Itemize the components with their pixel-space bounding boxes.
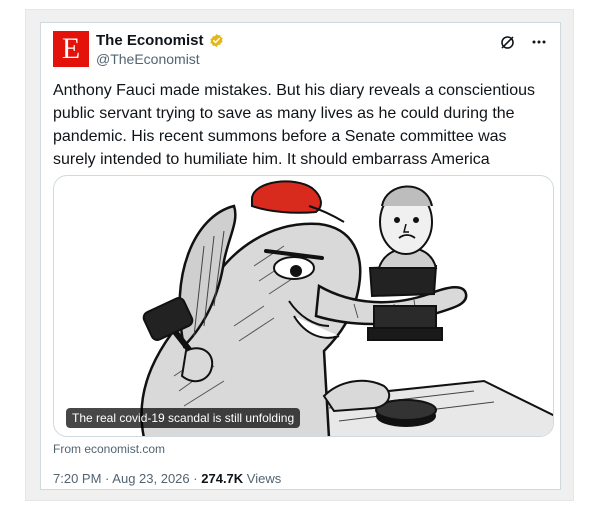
meta-separator: · [193,471,198,486]
meta-separator: · [105,471,110,486]
tweet-actions [498,33,548,51]
avatar[interactable]: E [53,31,89,67]
grok-slash-circle-icon[interactable] [498,33,516,51]
author-name[interactable]: The Economist [96,32,204,49]
cartoon-illustration [140,180,553,436]
tweet-card: E The Economist @TheEconomist Anthony Fa… [40,22,561,490]
tweet-text: Anthony Fauci made mistakes. But his dia… [53,82,536,168]
more-dots-icon[interactable] [530,33,548,51]
views-label: Views [246,471,282,486]
link-card-image[interactable]: The real covid-19 scandal is still unfol… [53,175,554,437]
tweet-meta: 7:20 PM · Aug 23, 2026 · 274.7K Views [53,471,281,486]
tweet-date[interactable]: Aug 23, 2026 [112,471,189,486]
tweet-time[interactable]: 7:20 PM [53,471,101,486]
author-name-row: The Economist [96,32,224,49]
card-caption: The real covid-19 scandal is still unfol… [66,408,301,428]
card-source-link[interactable]: From economist.com [53,442,165,456]
views-count[interactable]: 274.7K [201,471,243,486]
verified-badge-icon [209,33,223,48]
author-handle[interactable]: @TheEconomist [96,51,200,67]
